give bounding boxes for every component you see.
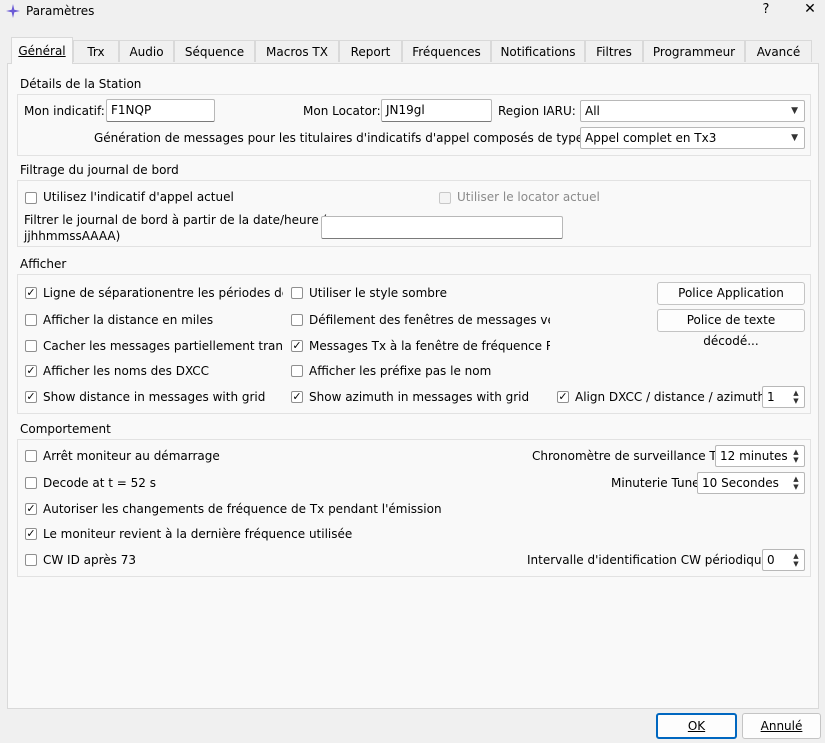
allow-tx-change-checkbox[interactable]: ✓ [25,503,37,515]
tune-timer-spinbox[interactable]: 10 Secondes ▲ ▼ [697,472,805,494]
align-dxcc-label: Align DXCC / distance / azimuth [575,390,766,404]
use-locator-label: Utiliser le locator actuel [457,190,600,204]
cw-id-after-73-label: CW ID après 73 [43,553,137,567]
region-label: Region IARU: [498,104,576,118]
show-distance-label: Show distance in messages with grid [43,390,266,404]
scroll-windows-checkbox[interactable] [291,314,303,326]
callsign-label: Mon indicatif: [24,104,105,118]
cw-interval-label: Intervalle d'identification CW périodiqu… [527,553,777,567]
type2-select[interactable]: Appel complet en Tx3 ▼ [580,127,805,149]
station-group-title: Détails de la Station [20,77,142,91]
tab-avance[interactable]: Avancé [745,40,812,62]
use-locator-checkbox [439,192,451,204]
align-dxcc-spinbox[interactable]: 1 ▲ ▼ [762,386,805,408]
spin-up-icon[interactable]: ▲ [790,475,802,483]
filter-date-label-1: Filtrer le journal de bord à partir de l… [24,213,328,227]
hide-partial-checkbox[interactable] [25,340,37,352]
tx-watchdog-spinbox[interactable]: 12 minutes ▲ ▼ [715,445,805,467]
show-distance-checkbox[interactable]: ✓ [25,391,37,403]
tab-macros-tx[interactable]: Macros TX [255,40,339,62]
tab-frequences[interactable]: Fréquences [402,40,491,62]
monitor-return-label: Le moniteur revient à la dernière fréque… [43,527,353,541]
tx-watchdog-value: 12 minutes [720,449,788,463]
tab-sequence[interactable]: Séquence [174,40,255,62]
hide-partial-label: Cacher les messages partiellement transm [43,339,283,353]
align-dxcc-value: 1 [767,390,775,404]
spin-up-icon[interactable]: ▲ [790,448,802,456]
close-button[interactable]: ✕ [800,1,820,21]
callsign-input[interactable]: F1NQP [106,99,215,122]
decode-52-label: Decode at t = 52 s [43,476,156,490]
decode-52-checkbox[interactable] [25,477,37,489]
dxcc-names-checkbox[interactable]: ✓ [25,365,37,377]
use-call-label: Utilisez l'indicatif d'appel actuel [43,190,234,204]
locator-input[interactable]: JN19gl [381,99,492,122]
use-call-checkbox[interactable] [25,192,37,204]
monitor-return-checkbox[interactable]: ✓ [25,528,37,540]
tx-messages-rx-checkbox[interactable]: ✓ [291,340,303,352]
dark-style-checkbox[interactable] [291,287,303,299]
filter-date-input[interactable] [321,216,563,239]
show-prefix-checkbox[interactable] [291,365,303,377]
title-bar: Paramètres ? ✕ [0,0,825,26]
filter-date-label-2: jjhhmmssAAAA) [24,229,121,243]
show-azimuth-checkbox[interactable]: ✓ [291,391,303,403]
type2-value: Appel complet en Tx3 [585,131,717,145]
cw-interval-spinbox[interactable]: 0 ▲ ▼ [762,549,805,571]
help-button[interactable]: ? [757,2,775,22]
font-decoded-button[interactable]: Police de texte décodé... [657,309,805,348]
spin-down-icon[interactable]: ▼ [790,456,802,464]
region-select[interactable]: All ▼ [580,100,805,122]
distance-miles-label: Afficher la distance en miles [43,313,214,327]
spin-down-icon[interactable]: ▼ [790,483,802,491]
dark-style-label: Utiliser le style sombre [309,286,447,300]
spin-up-icon[interactable]: ▲ [790,389,802,397]
tab-notifications[interactable]: Notifications [491,40,585,62]
show-azimuth-label: Show azimuth in messages with grid [309,390,530,404]
ok-button[interactable]: OK [656,713,737,739]
chevron-down-icon: ▼ [791,133,798,143]
tune-timer-label: Minuterie Tune [611,476,700,490]
tab-general[interactable]: Général [11,37,73,64]
tab-trx[interactable]: Trx [73,40,119,62]
display-group-title: Afficher [20,257,67,271]
font-app-button[interactable]: Police Application [657,282,805,305]
locator-label: Mon Locator: [303,104,381,118]
separator-line-label: Ligne de séparationentre les périodes de… [43,286,283,300]
show-prefix-label: Afficher les préfixe pas le nom [309,364,492,378]
dxcc-names-label: Afficher les noms des DXCC [43,364,210,378]
spin-down-icon[interactable]: ▼ [790,560,802,568]
spin-up-icon[interactable]: ▲ [790,552,802,560]
tab-audio[interactable]: Audio [119,40,174,62]
stop-monitor-checkbox[interactable] [25,450,37,462]
tab-filtres[interactable]: Filtres [585,40,643,62]
align-dxcc-checkbox[interactable]: ✓ [557,391,569,403]
stop-monitor-label: Arrêt moniteur au démarrage [43,449,220,463]
window-title: Paramètres [26,4,95,18]
cancel-button[interactable]: Annulé [742,713,821,739]
tab-report[interactable]: Report [339,40,402,62]
spin-down-icon[interactable]: ▼ [790,397,802,405]
tx-messages-rx-label: Messages Tx à la fenêtre de fréquence Rx [309,339,550,353]
chevron-down-icon: ▼ [791,106,798,116]
separator-line-checkbox[interactable]: ✓ [25,287,37,299]
app-icon [6,4,20,18]
tx-watchdog-label: Chronomètre de surveillance Tx [532,449,724,463]
cw-id-after-73-checkbox[interactable] [25,554,37,566]
cw-interval-value: 0 [767,553,775,567]
tune-timer-value: 10 Secondes [702,476,779,490]
behavior-group-title: Comportement [20,422,111,436]
region-value: All [585,104,600,118]
allow-tx-change-label: Autoriser les changements de fréquence d… [43,502,442,516]
type2-label: Génération de messages pour les titulair… [94,131,603,145]
distance-miles-checkbox[interactable] [25,314,37,326]
tab-programmeur[interactable]: Programmeur [643,40,745,62]
log-group-title: Filtrage du journal de bord [20,163,179,177]
scroll-windows-label: Défilement des fenêtres de messages vers [309,313,550,327]
